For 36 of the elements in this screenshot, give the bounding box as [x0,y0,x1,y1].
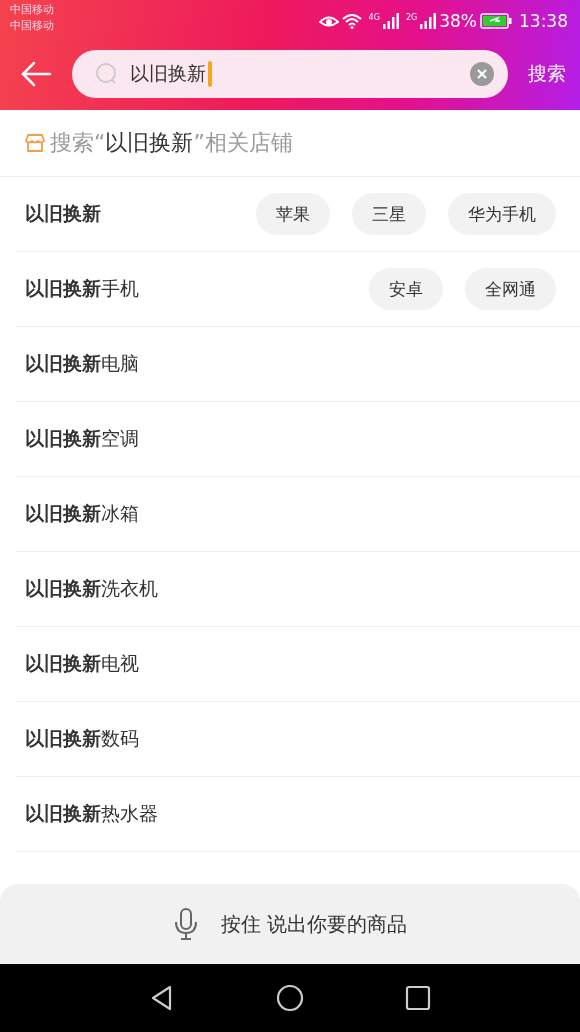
home-circle-icon[interactable] [276,984,304,1012]
signal-icon [420,13,437,29]
suggestion-item[interactable]: 以旧换新 [25,201,101,227]
voice-search-bar[interactable]: 按住 说出你要的商品 [0,884,580,964]
search-query: 以旧换新 [130,61,206,86]
battery-icon [480,13,512,29]
suggestion-item[interactable]: 以旧换新空调 [25,426,139,452]
shop-icon [24,132,46,154]
back-arrow-icon[interactable] [20,60,52,88]
wifi-icon [341,13,362,29]
recent-apps-icon[interactable] [404,984,432,1012]
suggestion-item[interactable]: 以旧换新洗衣机 [25,576,158,602]
suggestion-tag[interactable]: 全网通 [465,268,556,310]
suggestion-item[interactable]: 以旧换新热水器 [25,801,158,827]
battery-percent: 38% [439,11,477,31]
signal-icon [382,13,399,29]
clock: 13:38 [519,11,568,31]
microphone-icon [172,907,199,941]
shop-search-hint[interactable]: 搜索“以旧换新”相关店铺 [50,128,293,158]
suggestion-tag[interactable]: 华为手机 [448,193,556,235]
suggestion-item[interactable]: 以旧换新冰箱 [25,501,139,527]
voice-hint: 按住 说出你要的商品 [220,910,408,938]
search-button[interactable]: 搜索 [528,61,566,87]
suggestion-item[interactable]: 以旧换新数码 [25,726,139,752]
network-type: 2G [405,13,418,22]
search-field[interactable]: 以旧换新 [72,50,508,98]
suggestion-item[interactable]: 以旧换新电视 [25,651,139,677]
network-type: 4G [368,13,380,22]
carrier-name: 中国移动 [10,2,54,18]
suggestion-tag[interactable]: 三星 [352,193,426,235]
suggestion-tag[interactable]: 苹果 [256,193,330,235]
suggestion-item[interactable]: 以旧换新电脑 [25,351,139,377]
suggestion-item[interactable]: 以旧换新手机 [25,276,139,302]
clear-icon[interactable] [470,62,494,86]
suggestion-tag[interactable]: 安卓 [369,268,443,310]
carrier-name: 中国移动 [10,18,54,34]
